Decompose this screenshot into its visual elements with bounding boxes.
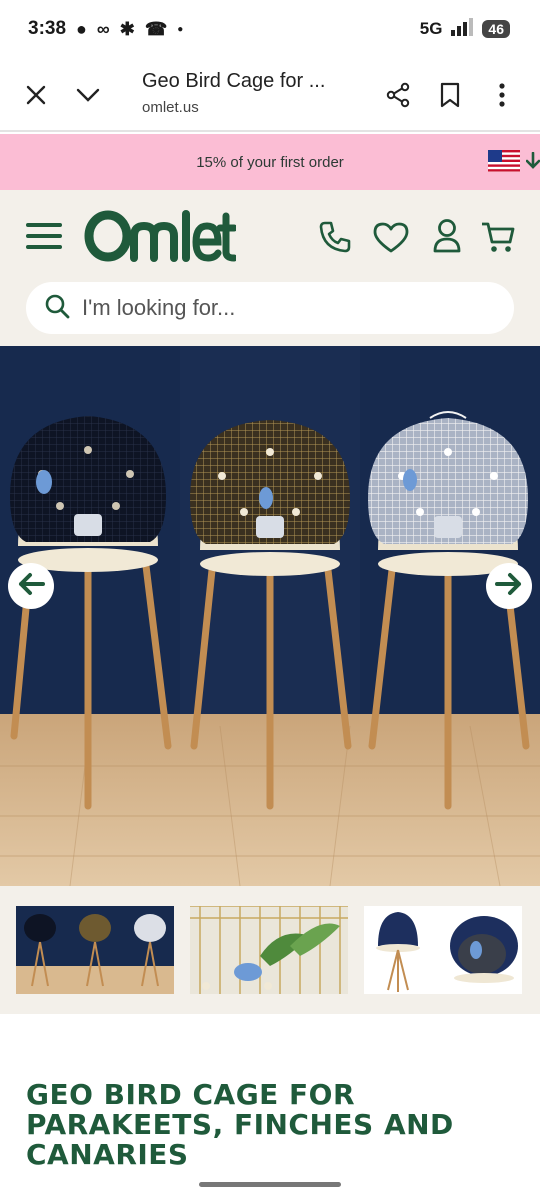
status-left: 3:38 ● ∞ ✱ ☎ ● [28,18,183,40]
battery-indicator: 46 [482,20,510,38]
thumbnail-3[interactable] [364,906,522,994]
search-placeholder: I'm looking for... [82,295,236,320]
status-time: 3:38 [28,18,67,39]
product-hero-image [0,346,540,886]
page-url: omlet.us [142,99,199,116]
thumbnail-1[interactable] [16,906,174,994]
phone-icon[interactable] [318,220,352,259]
site-header: I'm looking for... [0,190,540,346]
arrow-down-icon[interactable] [525,151,540,175]
home-indicator[interactable] [199,1182,341,1187]
browser-toolbar: Geo Bird Cage for ... omlet.us [0,58,540,132]
arrow-right-icon [495,572,523,601]
thumbnail-strip [0,886,540,1014]
missed-call-icon: ☎ [144,18,168,39]
thumbnail-2[interactable] [190,906,348,994]
heart-icon[interactable] [372,222,410,259]
promo-banner[interactable]: 15% of your first order [0,134,540,190]
product-title-section: GEO BIRD CAGE FOR PARAKEETS, FINCHES AND… [0,1014,540,1200]
message-icon: ● [76,18,87,39]
us-flag-icon[interactable] [488,150,520,172]
voicemail-icon: ∞ [96,18,110,39]
account-icon[interactable] [432,218,462,259]
share-icon[interactable] [376,73,420,117]
signal-icon [450,17,474,41]
search-input[interactable]: I'm looking for... [26,282,514,334]
omlet-logo[interactable] [84,208,238,269]
cart-icon[interactable] [480,220,516,259]
network-label: 5G [419,19,443,38]
asterisk-icon: ✱ [119,18,135,39]
close-icon[interactable] [14,73,58,117]
search-icon [44,293,70,324]
promo-text: 15% of your first order [196,153,344,171]
status-bar: 3:38 ● ∞ ✱ ☎ ● 5G 46 [0,0,540,58]
dot-icon: ● [177,23,184,35]
carousel-prev-button[interactable] [8,563,54,609]
chevron-down-icon[interactable] [66,73,110,117]
product-title: GEO BIRD CAGE FOR PARAKEETS, FINCHES AND… [26,1078,454,1171]
more-vertical-icon[interactable] [480,73,524,117]
carousel-next-button[interactable] [486,563,532,609]
status-right: 5G 46 [419,17,510,41]
bookmark-icon[interactable] [428,73,472,117]
page-title: Geo Bird Cage for ... [142,70,326,92]
menu-icon[interactable] [26,220,62,257]
arrow-left-icon [17,572,45,601]
tab-info[interactable]: Geo Bird Cage for ... omlet.us [142,70,362,116]
